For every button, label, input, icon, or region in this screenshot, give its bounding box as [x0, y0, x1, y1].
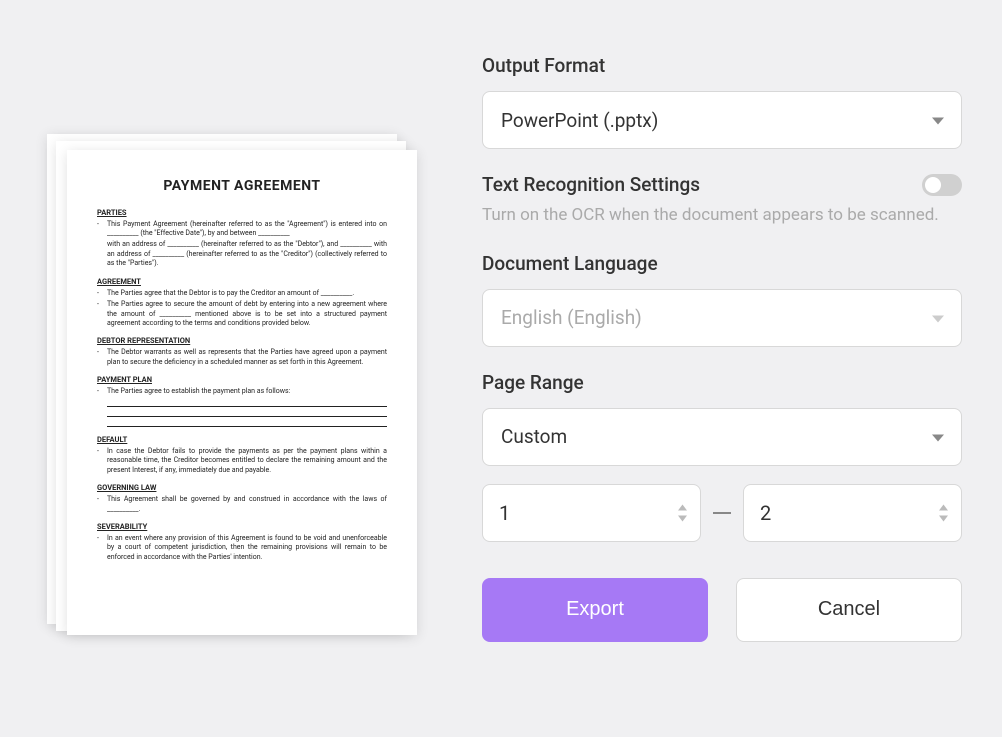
doc-section-parties: PARTIES [97, 208, 387, 217]
page-range-select[interactable]: Custom [482, 408, 962, 466]
spinner-up-icon[interactable] [938, 503, 949, 511]
document-stack: PAYMENT AGREEMENT PARTIES -This Payment … [61, 144, 411, 634]
ocr-help-text: Turn on the OCR when the document appear… [482, 204, 962, 228]
output-format-label: Output Format [482, 54, 962, 77]
doc-section-gov: GOVERNING LAW [97, 483, 387, 492]
page-range-label: Page Range [482, 371, 962, 394]
range-dash [713, 512, 731, 514]
page-range-value: Custom [501, 425, 567, 448]
ocr-group: Text Recognition Settings Turn on the OC… [482, 173, 962, 228]
toggle-knob [925, 177, 941, 193]
page-range-row: 1 2 [482, 484, 962, 542]
spinner-to [938, 503, 949, 522]
ocr-toggle[interactable] [922, 174, 962, 196]
page-to-input[interactable]: 2 [743, 484, 962, 542]
page-from-input[interactable]: 1 [482, 484, 701, 542]
doc-section-debtor: DEBTOR REPRESENTATION [97, 336, 387, 345]
chevron-down-icon [931, 425, 945, 448]
doc-section-sev: SEVERABILITY [97, 522, 387, 531]
output-format-select[interactable]: PowerPoint (.pptx) [482, 91, 962, 149]
ocr-label: Text Recognition Settings [482, 173, 700, 196]
doc-section-plan: PAYMENT PLAN [97, 375, 387, 384]
language-label: Document Language [482, 252, 962, 275]
export-button[interactable]: Export [482, 578, 708, 642]
output-format-group: Output Format PowerPoint (.pptx) [482, 54, 962, 149]
page-to-value: 2 [760, 501, 771, 525]
cancel-button[interactable]: Cancel [736, 578, 962, 642]
doc-page-front: PAYMENT AGREEMENT PARTIES -This Payment … [67, 150, 417, 635]
chevron-down-icon [931, 306, 945, 329]
spinner-down-icon[interactable] [677, 514, 688, 522]
language-value: English (English) [501, 306, 642, 329]
page-range-group: Page Range Custom 1 2 [482, 371, 962, 542]
action-buttons: Export Cancel [482, 578, 962, 642]
spinner-up-icon[interactable] [677, 503, 688, 511]
doc-title: PAYMENT AGREEMENT [97, 178, 387, 194]
language-group: Document Language English (English) [482, 252, 962, 347]
export-settings-panel: Output Format PowerPoint (.pptx) Text Re… [432, 50, 962, 687]
spinner-down-icon[interactable] [938, 514, 949, 522]
output-format-value: PowerPoint (.pptx) [501, 109, 658, 132]
chevron-down-icon [931, 109, 945, 132]
language-select: English (English) [482, 289, 962, 347]
page-from-value: 1 [499, 501, 510, 525]
document-preview-panel: PAYMENT AGREEMENT PARTIES -This Payment … [40, 50, 432, 687]
doc-section-agreement: AGREEMENT [97, 277, 387, 286]
doc-section-default: DEFAULT [97, 435, 387, 444]
spinner-from [677, 503, 688, 522]
